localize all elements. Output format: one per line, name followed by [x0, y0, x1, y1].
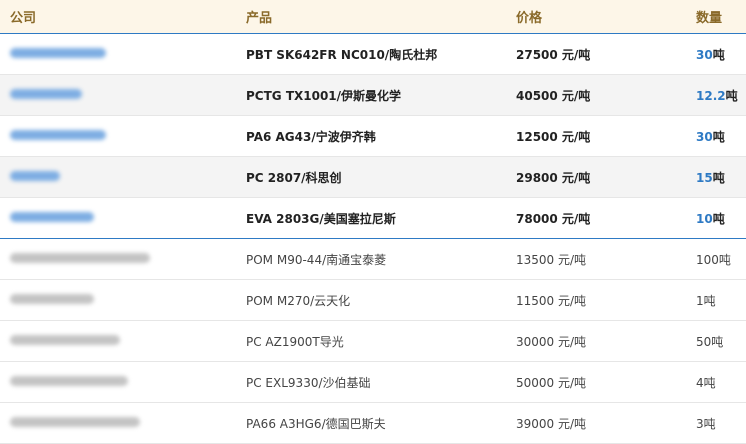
price: 29800 元/吨: [516, 170, 591, 185]
blurred-company: [10, 253, 150, 263]
blurred-company: [10, 89, 82, 99]
company-link[interactable]: [0, 47, 246, 61]
table-row[interactable]: PA66 A3HG6/德国巴斯夫 39000 元/吨 3吨: [0, 403, 746, 444]
company-link[interactable]: [0, 416, 246, 430]
blurred-company: [10, 130, 106, 140]
header-qty: 数量: [696, 11, 723, 26]
table-row[interactable]: EVA 2803G/美国塞拉尼斯 78000 元/吨 10吨: [0, 198, 746, 239]
product-name: PCTG TX1001/伊斯曼化学: [246, 88, 402, 103]
quantity: 15吨: [696, 170, 725, 185]
product-name: PC 2807/科思创: [246, 170, 342, 185]
table-row[interactable]: PC 2807/科思创 29800 元/吨 15吨: [0, 157, 746, 198]
quantity: 3吨: [696, 416, 716, 431]
price: 50000 元/吨: [516, 375, 587, 390]
table-row[interactable]: PBT SK642FR NC010/陶氏杜邦 27500 元/吨 30吨: [0, 34, 746, 75]
price: 11500 元/吨: [516, 293, 587, 308]
blurred-company: [10, 171, 60, 181]
quantity: 100吨: [696, 252, 731, 267]
blurred-company: [10, 417, 140, 427]
price: 39000 元/吨: [516, 416, 587, 431]
product-name: PBT SK642FR NC010/陶氏杜邦: [246, 47, 438, 62]
product-name: PA66 A3HG6/德国巴斯夫: [246, 416, 386, 431]
quantity: 30吨: [696, 47, 725, 62]
price: 30000 元/吨: [516, 334, 587, 349]
company-link[interactable]: [0, 129, 246, 143]
table-row[interactable]: POM M90-44/南通宝泰菱 13500 元/吨 100吨: [0, 239, 746, 280]
company-link[interactable]: [0, 88, 246, 102]
blurred-company: [10, 376, 128, 386]
product-name: POM M90-44/南通宝泰菱: [246, 252, 387, 267]
price: 12500 元/吨: [516, 129, 591, 144]
quantity: 30吨: [696, 129, 725, 144]
product-name: POM M270/云天化: [246, 293, 351, 308]
table-row[interactable]: PC EXL9330/沙伯基础 50000 元/吨 4吨: [0, 362, 746, 403]
quantity: 10吨: [696, 211, 725, 226]
product-name: PA6 AG43/宁波伊齐韩: [246, 129, 376, 144]
table-row[interactable]: PCTG TX1001/伊斯曼化学 40500 元/吨 12.2吨: [0, 75, 746, 116]
company-link[interactable]: [0, 170, 246, 184]
quantity: 4吨: [696, 375, 716, 390]
quote-table: 公司 产品 价格 数量 PBT SK642FR NC010/陶氏杜邦 27500…: [0, 0, 746, 444]
table-header: 公司 产品 价格 数量: [0, 0, 746, 34]
price: 78000 元/吨: [516, 211, 591, 226]
quantity: 12.2吨: [696, 88, 738, 103]
blurred-company: [10, 294, 94, 304]
table-row[interactable]: POM M270/云天化 11500 元/吨 1吨: [0, 280, 746, 321]
table-row[interactable]: PA6 AG43/宁波伊齐韩 12500 元/吨 30吨: [0, 116, 746, 157]
price: 13500 元/吨: [516, 252, 587, 267]
header-company: 公司: [10, 11, 37, 26]
price: 40500 元/吨: [516, 88, 591, 103]
blurred-company: [10, 335, 120, 345]
header-price: 价格: [516, 11, 543, 26]
blurred-company: [10, 48, 106, 58]
table-row[interactable]: PC AZ1900T导光 30000 元/吨 50吨: [0, 321, 746, 362]
company-link[interactable]: [0, 293, 246, 307]
product-name: EVA 2803G/美国塞拉尼斯: [246, 211, 396, 226]
quantity: 1吨: [696, 293, 716, 308]
quantity: 50吨: [696, 334, 724, 349]
price: 27500 元/吨: [516, 47, 591, 62]
company-link[interactable]: [0, 252, 246, 266]
header-product: 产品: [246, 11, 273, 26]
company-link[interactable]: [0, 375, 246, 389]
blurred-company: [10, 212, 94, 222]
product-name: PC AZ1900T导光: [246, 334, 344, 349]
company-link[interactable]: [0, 211, 246, 225]
product-name: PC EXL9330/沙伯基础: [246, 375, 371, 390]
company-link[interactable]: [0, 334, 246, 348]
